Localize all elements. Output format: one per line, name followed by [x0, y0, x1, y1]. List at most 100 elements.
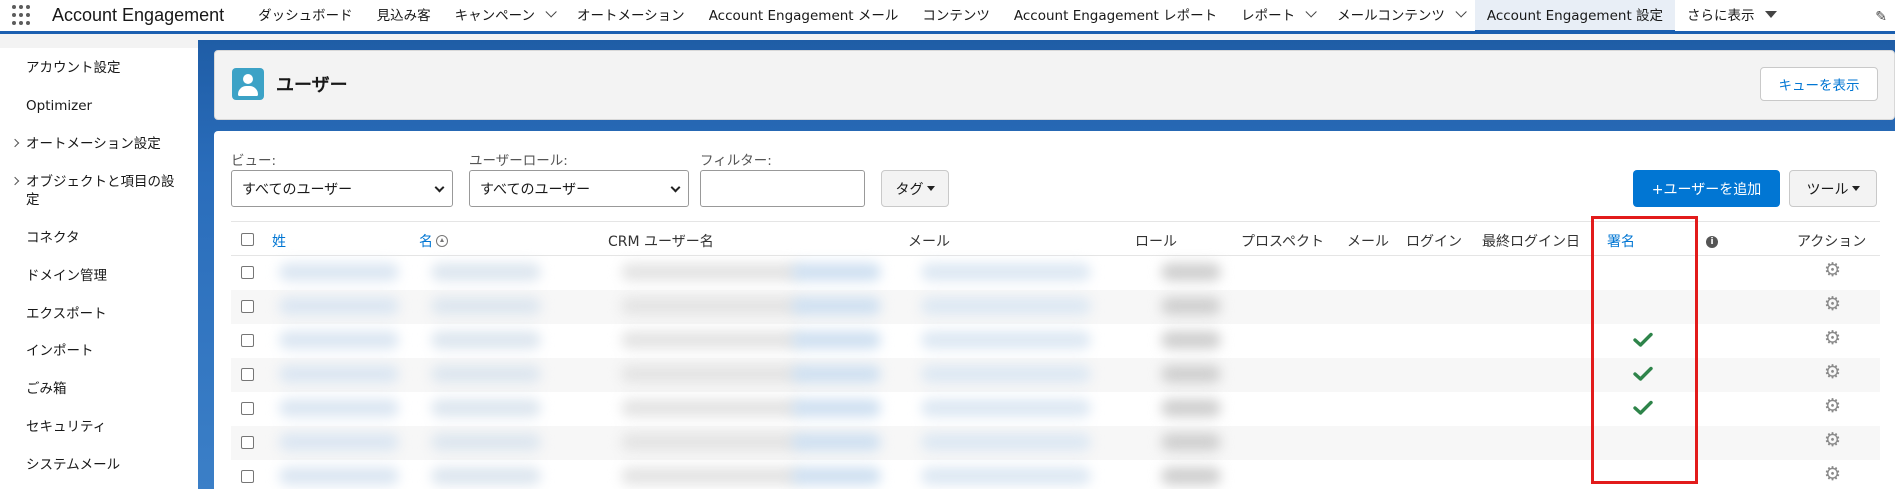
- page-header: ユーザー キューを表示: [214, 50, 1895, 120]
- row-checkbox[interactable]: [241, 368, 254, 381]
- gear-icon[interactable]: ⚙: [1824, 396, 1841, 416]
- redacted-cell: [621, 297, 801, 315]
- global-navigation: Account Engagement ダッシュボード 見込み客 キャンペーン オ…: [0, 0, 1895, 34]
- role-label: ユーザーロール:: [469, 153, 568, 169]
- edit-nav-icon[interactable]: ✎: [1875, 9, 1887, 25]
- sidebar-item-security[interactable]: セキュリティ: [0, 418, 198, 436]
- chevron-down-icon[interactable]: [545, 6, 557, 18]
- nav-tab-content[interactable]: コンテンツ: [910, 0, 1002, 30]
- view-queue-button[interactable]: キューを表示: [1760, 67, 1878, 101]
- select-all-checkbox[interactable]: [241, 233, 254, 246]
- row-checkbox[interactable]: [241, 436, 254, 449]
- gear-icon[interactable]: ⚙: [1824, 362, 1841, 382]
- redacted-cell: [921, 365, 1091, 383]
- tag-button[interactable]: タグ: [881, 170, 949, 207]
- redacted-cell: [279, 365, 399, 383]
- gear-icon[interactable]: ⚙: [1824, 260, 1841, 280]
- row-checkbox[interactable]: [241, 300, 254, 313]
- column-login: ログイン: [1406, 234, 1462, 250]
- redacted-cell: [431, 331, 541, 349]
- redacted-cell: [621, 263, 801, 281]
- sidebar-item-import[interactable]: インポート: [0, 342, 198, 360]
- nav-tab-prospects[interactable]: 見込み客: [365, 0, 443, 30]
- nav-tab-dashboard[interactable]: ダッシュボード: [246, 0, 365, 30]
- redacted-cell: [431, 263, 541, 281]
- redacted-cell: [1161, 297, 1221, 315]
- redacted-cell: [791, 399, 881, 417]
- redacted-cell: [921, 297, 1091, 315]
- caret-down-icon: [1851, 186, 1860, 191]
- redacted-cell: [1161, 467, 1221, 485]
- column-first-name[interactable]: 名: [419, 231, 448, 251]
- sidebar-item-account-settings[interactable]: アカウント設定: [0, 59, 198, 77]
- redacted-cell: [431, 433, 541, 451]
- redacted-cell: [921, 433, 1091, 451]
- tools-button[interactable]: ツール: [1789, 170, 1877, 207]
- gear-icon[interactable]: ⚙: [1824, 294, 1841, 314]
- sidebar-item-automation-settings[interactable]: オートメーション設定: [0, 135, 198, 153]
- redacted-cell: [791, 331, 881, 349]
- nav-tab-more[interactable]: さらに表示: [1675, 0, 1789, 30]
- sidebar-item-system-email[interactable]: システムメール: [0, 456, 198, 474]
- app-name: Account Engagement: [52, 5, 225, 25]
- nav-tab-reports[interactable]: レポート: [1229, 0, 1325, 30]
- redacted-cell: [621, 399, 801, 417]
- page-title: ユーザー: [276, 75, 348, 96]
- row-checkbox[interactable]: [241, 266, 254, 279]
- sidebar-item-recycle-bin[interactable]: ごみ箱: [0, 380, 198, 398]
- gear-icon[interactable]: ⚙: [1824, 430, 1841, 450]
- redacted-cell: [921, 399, 1091, 417]
- column-role: ロール: [1135, 234, 1177, 250]
- sidebar-item-export[interactable]: エクスポート: [0, 305, 198, 323]
- redacted-cell: [921, 263, 1091, 281]
- add-user-button[interactable]: +ユーザーを追加: [1633, 170, 1780, 207]
- view-select[interactable]: すべてのユーザー: [231, 170, 453, 207]
- chevron-down-icon[interactable]: [1305, 6, 1317, 18]
- redacted-cell: [279, 433, 399, 451]
- filter-input[interactable]: [700, 170, 865, 207]
- chevron-down-icon[interactable]: [1455, 6, 1467, 18]
- row-checkbox[interactable]: [241, 334, 254, 347]
- gear-icon[interactable]: ⚙: [1824, 464, 1841, 484]
- sidebar-item-connectors[interactable]: コネクタ: [0, 229, 198, 247]
- redacted-cell: [621, 331, 801, 349]
- sidebar-item-object-field-settings[interactable]: オブジェクトと項目の設定: [0, 173, 180, 209]
- row-checkbox[interactable]: [241, 470, 254, 483]
- sidebar-item-domain-management[interactable]: ドメイン管理: [0, 267, 198, 285]
- nav-tab-ae-reports[interactable]: Account Engagement レポート: [1002, 0, 1229, 30]
- signature-column-highlight: [1591, 216, 1698, 484]
- caret-down-icon: [926, 186, 935, 191]
- redacted-cell: [1161, 399, 1221, 417]
- sort-icon[interactable]: [436, 235, 448, 247]
- role-select[interactable]: すべてのユーザー: [469, 170, 689, 207]
- chevron-right-icon[interactable]: [10, 176, 20, 186]
- nav-tab-automation[interactable]: オートメーション: [565, 0, 697, 30]
- redacted-cell: [279, 467, 399, 485]
- gear-icon[interactable]: ⚙: [1824, 328, 1841, 348]
- row-checkbox[interactable]: [241, 402, 254, 415]
- redacted-cell: [1161, 263, 1221, 281]
- nav-tab-ae-settings[interactable]: Account Engagement 設定: [1474, 0, 1676, 33]
- chevron-right-icon[interactable]: [10, 138, 20, 148]
- app-launcher-icon[interactable]: [12, 4, 34, 27]
- redacted-cell: [791, 297, 881, 315]
- chevron-down-icon: [434, 182, 445, 193]
- redacted-cell: [1161, 365, 1221, 383]
- info-icon[interactable]: i: [1706, 232, 1718, 248]
- chevron-down-icon: [670, 182, 681, 193]
- column-prospect: プロスペクト: [1241, 234, 1325, 250]
- nav-tab-email-content[interactable]: メールコンテンツ: [1325, 0, 1475, 30]
- redacted-cell: [791, 467, 881, 485]
- nav-tab-campaigns[interactable]: キャンペーン: [443, 0, 565, 30]
- redacted-cell: [279, 263, 399, 281]
- redacted-cell: [279, 297, 399, 315]
- redacted-cell: [431, 297, 541, 315]
- redacted-cell: [791, 365, 881, 383]
- caret-down-icon: [1764, 10, 1777, 18]
- sidebar-item-optimizer[interactable]: Optimizer: [0, 97, 198, 115]
- column-email: メール: [908, 234, 950, 250]
- redacted-cell: [791, 433, 881, 451]
- redacted-cell: [1161, 331, 1221, 349]
- nav-tab-ae-email[interactable]: Account Engagement メール: [697, 0, 911, 30]
- column-last-name[interactable]: 姓: [272, 231, 286, 251]
